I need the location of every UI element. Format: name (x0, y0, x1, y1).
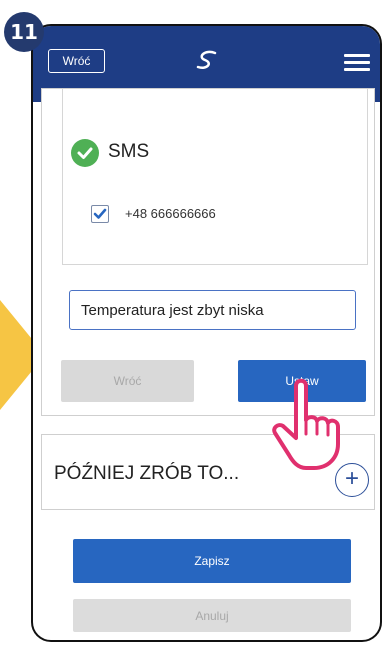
salus-s-logo-icon (193, 49, 223, 76)
checkmark-icon (93, 208, 107, 219)
hamburger-menu-icon[interactable] (344, 54, 370, 75)
phone-number-checkbox[interactable] (91, 205, 109, 223)
hand-pointer-icon (268, 372, 358, 477)
cancel-button[interactable]: Anuluj (73, 599, 351, 632)
notification-settings-card: SMS +48 666666666 Wróć Ustaw (41, 88, 375, 416)
sms-channel-panel: SMS +48 666666666 (62, 89, 368, 265)
sms-channel-label: SMS (108, 141, 150, 162)
notification-message-input[interactable] (69, 290, 356, 330)
green-check-circle-icon (71, 139, 99, 167)
step-number-badge: 11 (4, 12, 44, 52)
save-button[interactable]: Zapisz (73, 539, 351, 583)
phone-number-label: +48 666666666 (125, 206, 216, 221)
back-button[interactable]: Wróć (61, 360, 194, 402)
do-later-label: PÓŹNIEJ ZRÓB TO... (54, 463, 240, 484)
phone-frame: Wróć SMS +48 666666666 Temperatura jest … (31, 24, 382, 642)
header-back-button[interactable]: Wróć (48, 49, 105, 73)
